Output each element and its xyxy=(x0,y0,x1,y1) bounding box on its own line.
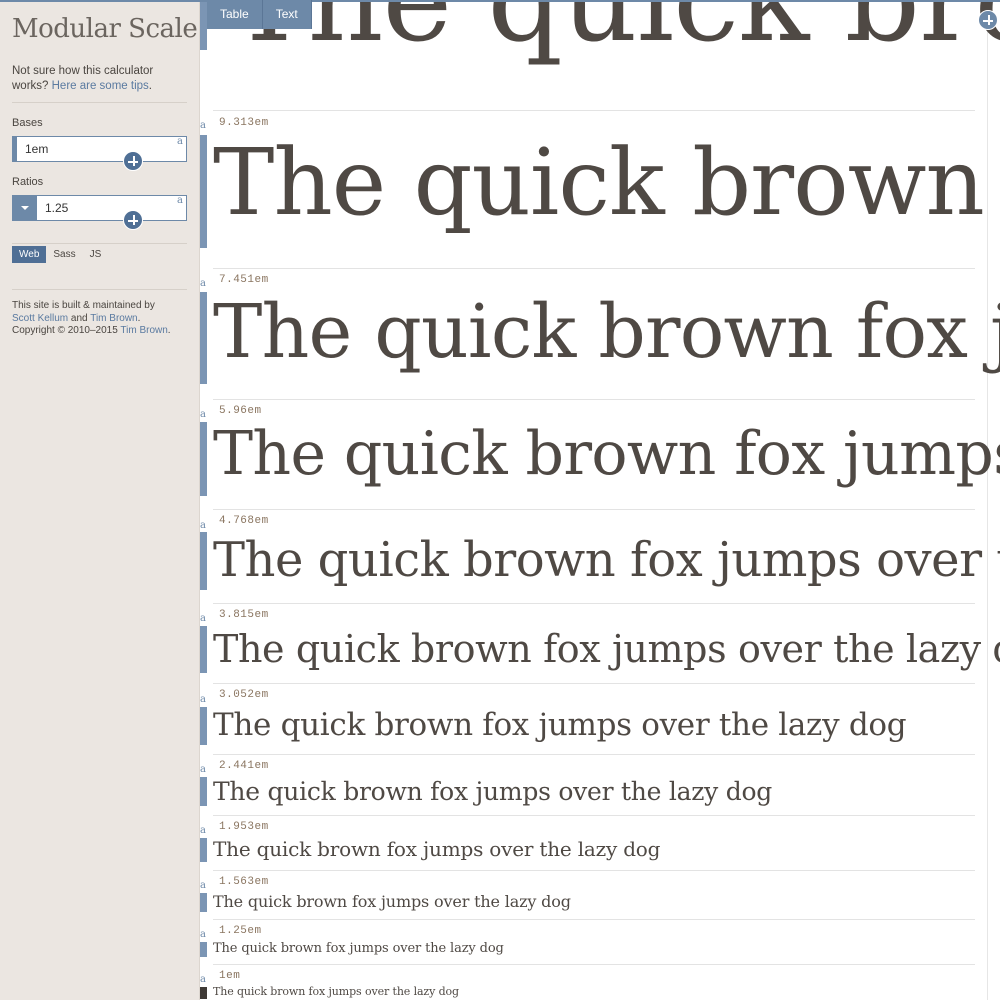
row-em-value: 2.441em xyxy=(219,760,269,772)
sample-text: The quick brown fox jumps over the lazy … xyxy=(213,129,1000,236)
scale-row: The quick brown fox jumps over the lazy … xyxy=(200,0,1000,111)
bases-label: Bases xyxy=(12,117,43,129)
row-glyph: a xyxy=(200,520,206,531)
sample-text: The quick brown fox jumps over the lazy … xyxy=(213,892,571,911)
row-separator xyxy=(213,683,975,684)
view-tabs: Table Text xyxy=(207,0,312,29)
row-stripe xyxy=(200,422,207,496)
sample-text: The quick brown fox jumps over the lazy … xyxy=(230,0,1000,68)
scale-row: a 2.441em The quick brown fox jumps over… xyxy=(200,760,1000,816)
sample-text: The quick brown fox jumps over the lazy … xyxy=(213,419,1000,489)
row-stripe xyxy=(200,135,207,248)
scale-row: a 7.451em The quick brown fox jumps over… xyxy=(200,274,1000,400)
tab-js[interactable]: JS xyxy=(83,246,109,263)
row-glyph: a xyxy=(200,974,206,985)
row-separator xyxy=(213,919,975,920)
tim-brown-copyright-link[interactable]: Tim Brown xyxy=(120,325,167,336)
row-em-value: 1.25em xyxy=(219,925,262,937)
ratios-glyph: a xyxy=(177,195,183,206)
sample-text: The quick brown fox jumps over the lazy … xyxy=(213,289,1000,375)
scale-row: a 9.313em The quick brown fox jumps over… xyxy=(200,117,1000,269)
row-stripe xyxy=(200,626,207,673)
row-stripe xyxy=(200,292,207,384)
row-em-value: 4.768em xyxy=(219,515,269,527)
row-separator xyxy=(213,603,975,604)
ratios-label: Ratios xyxy=(12,176,44,188)
row-glyph: a xyxy=(200,613,206,624)
row-separator xyxy=(213,754,975,755)
ratios-field: a xyxy=(12,195,187,230)
row-em-value: 9.313em xyxy=(219,117,269,129)
row-separator xyxy=(213,110,975,111)
bases-field: a xyxy=(12,136,187,171)
row-separator xyxy=(213,815,975,816)
tab-web[interactable]: Web xyxy=(12,246,47,263)
row-glyph: a xyxy=(200,694,206,705)
row-stripe xyxy=(200,838,207,862)
row-em-value: 1.953em xyxy=(219,821,269,833)
row-stripe xyxy=(200,942,207,957)
row-em-value: 1.563em xyxy=(219,876,269,888)
row-separator xyxy=(213,399,975,400)
scale-row: a 3.052em The quick brown fox jumps over… xyxy=(200,689,1000,755)
row-glyph: a xyxy=(200,278,206,289)
row-separator xyxy=(213,870,975,871)
sample-text: The quick brown fox jumps over the lazy … xyxy=(213,941,504,956)
tab-text[interactable]: Text xyxy=(262,0,312,29)
top-accent-line xyxy=(0,0,1000,2)
row-em-value: 1em xyxy=(219,970,241,982)
add-base-icon[interactable] xyxy=(123,151,143,171)
bases-glyph: a xyxy=(177,136,183,147)
row-glyph: a xyxy=(200,880,206,891)
scale-row: a 1.563em The quick brown fox jumps over… xyxy=(200,876,1000,920)
row-stripe xyxy=(200,707,207,745)
scale-row: a 3.815em The quick brown fox jumps over… xyxy=(200,609,1000,684)
row-em-value: 7.451em xyxy=(219,274,269,286)
row-separator xyxy=(213,268,975,269)
sample-text: The quick brown fox jumps over the lazy … xyxy=(213,627,1000,671)
output-tabs: Web Sass JS xyxy=(12,243,187,263)
row-stripe-active xyxy=(200,987,207,999)
sample-text: The quick brown fox jumps over the lazy … xyxy=(213,985,459,998)
row-glyph: a xyxy=(200,929,206,940)
tab-sass[interactable]: Sass xyxy=(46,246,82,263)
sample-text: The quick brown fox jumps over the lazy … xyxy=(213,707,907,743)
row-em-value: 3.052em xyxy=(219,689,269,701)
row-em-value: 5.96em xyxy=(219,405,262,417)
scale-row: a 5.96em The quick brown fox jumps over … xyxy=(200,405,1000,510)
scott-kellum-link[interactable]: Scott Kellum xyxy=(12,313,68,324)
intro-text: Not sure how this calculator works? Here… xyxy=(12,64,187,103)
scale-row: a 1em The quick brown fox jumps over the… xyxy=(200,970,1000,1000)
sidebar: Modular Scale Not sure how this calculat… xyxy=(0,0,200,1000)
ratio-dropdown-icon[interactable] xyxy=(13,196,37,220)
tips-link[interactable]: Here are some tips xyxy=(52,80,149,92)
row-glyph: a xyxy=(200,120,206,131)
row-stripe xyxy=(200,893,207,912)
ratios-input[interactable] xyxy=(37,196,167,220)
row-stripe xyxy=(200,532,207,590)
row-glyph: a xyxy=(200,825,206,836)
sample-text: The quick brown fox jumps over the lazy … xyxy=(213,837,661,861)
row-stripe xyxy=(200,777,207,806)
scale-row: a 1.25em The quick brown fox jumps over … xyxy=(200,925,1000,965)
row-em-value: 3.815em xyxy=(219,609,269,621)
site-footer: This site is built & maintained by Scott… xyxy=(12,289,187,338)
tab-table[interactable]: Table xyxy=(207,0,263,29)
row-glyph: a xyxy=(200,764,206,775)
add-scale-icon[interactable] xyxy=(978,10,998,30)
app-title: Modular Scale xyxy=(12,14,198,44)
row-separator xyxy=(213,964,975,965)
scale-list: The quick brown fox jumps over the lazy … xyxy=(200,0,1000,1000)
scale-row: a 4.768em The quick brown fox jumps over… xyxy=(200,515,1000,604)
row-glyph: a xyxy=(200,409,206,420)
sample-text: The quick brown fox jumps over the lazy … xyxy=(213,777,773,806)
row-separator xyxy=(213,509,975,510)
add-ratio-icon[interactable] xyxy=(123,210,143,230)
row-stripe xyxy=(200,0,207,50)
tim-brown-link[interactable]: Tim Brown xyxy=(90,313,137,324)
sample-text: The quick brown fox jumps over the lazy … xyxy=(213,532,1000,588)
scale-row: a 1.953em The quick brown fox jumps over… xyxy=(200,821,1000,871)
